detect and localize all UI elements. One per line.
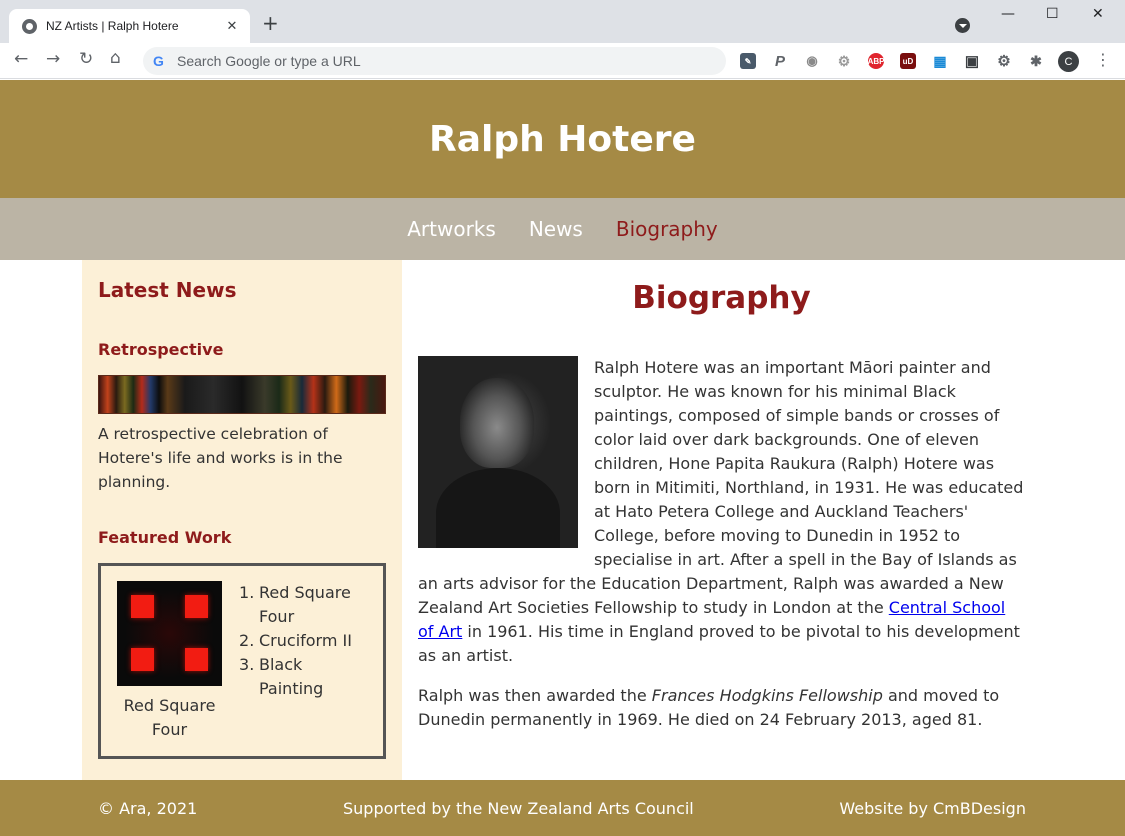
latest-news-heading: Latest News (98, 278, 237, 302)
nav-biography[interactable]: Biography (616, 217, 718, 241)
windows-extension-icon[interactable]: ▦ (932, 53, 948, 69)
camera-extension-icon[interactable]: ◉ (804, 53, 820, 69)
maximize-icon[interactable]: ☐ (1046, 6, 1059, 22)
address-bar[interactable]: G (143, 47, 726, 75)
browser-toolbar: ← → ↻ ⌂ G ✎ P ◉ ⚙ ABP uD ▦ ▣ ⚙ ✱ C ⋮ (0, 43, 1125, 79)
featured-work-box: Red Square Four Red Square Four Crucifor… (98, 563, 386, 759)
featured-work-heading: Featured Work (98, 528, 232, 547)
featured-figure: Red Square Four (117, 581, 222, 756)
news-text: A retrospective celebration of Hotere's … (98, 425, 343, 491)
tab-search-icon[interactable] (955, 18, 970, 33)
news-title: Retrospective (98, 340, 224, 359)
browser-titlebar: NZ Artists | Ralph Hotere ✕ + — ☐ ✕ (0, 0, 1125, 43)
minimize-icon[interactable]: — (1001, 6, 1015, 22)
ublock-icon[interactable]: uD (900, 53, 916, 69)
close-window-icon[interactable]: ✕ (1092, 6, 1104, 22)
page-title: Biography (632, 280, 811, 316)
site-title: Ralph Hotere (429, 118, 696, 160)
red-square (185, 595, 208, 618)
site-nav: Artworks News Biography (0, 198, 1125, 260)
extensions-puzzle-icon[interactable]: ✱ (1028, 53, 1044, 69)
biography-text: Ralph Hotere was an important Māori pain… (418, 356, 1025, 732)
google-icon: G (153, 53, 164, 69)
list-item: Red Square Four (239, 581, 351, 626)
bio-text: Ralph was then awarded the (418, 686, 652, 705)
browser-tab[interactable]: NZ Artists | Ralph Hotere ✕ (9, 9, 250, 43)
featured-list: Red Square Four Cruciform II Black Paint… (239, 581, 366, 756)
globe-icon (22, 18, 37, 34)
list-item: Cruciform II (239, 629, 352, 653)
main-content: Biography Ralph Hotere was an important … (418, 260, 1025, 780)
tab-title: NZ Artists | Ralph Hotere (46, 19, 179, 33)
red-square (131, 595, 154, 618)
back-icon[interactable]: ← (14, 49, 28, 69)
fellowship-name: Frances Hodgkins Fellowship (651, 686, 883, 705)
bio-text: in 1961. His time in England proved to b… (418, 622, 1020, 665)
featured-caption: Red Square Four (123, 696, 216, 739)
new-tab-button[interactable]: + (262, 13, 279, 33)
reload-icon[interactable]: ↻ (79, 49, 93, 69)
adblock-icon[interactable]: ABP (868, 53, 884, 69)
profile-avatar[interactable]: C (1058, 51, 1079, 72)
ralph-hotere-portrait (418, 356, 578, 548)
list-item: Black Painting (239, 653, 324, 698)
address-input[interactable] (177, 53, 697, 69)
eyedropper-extension-icon[interactable]: ✎ (740, 53, 756, 69)
footer-copyright: © Ara, 2021 (98, 798, 198, 818)
site-footer: © Ara, 2021 Supported by the New Zealand… (0, 780, 1125, 836)
footer-credit: Website by CmBDesign (839, 798, 1026, 818)
tab-close-icon[interactable]: ✕ (224, 19, 240, 34)
site-header: Ralph Hotere (0, 80, 1125, 198)
settings-extension-icon[interactable]: ⚙ (996, 53, 1012, 70)
p-extension-icon[interactable]: P (772, 53, 788, 70)
forward-icon[interactable]: → (46, 49, 60, 69)
gear-extension-icon[interactable]: ⚙ (836, 53, 852, 69)
red-square (131, 648, 154, 671)
nav-news[interactable]: News (529, 217, 583, 241)
bio-paragraph-2: Ralph was then awarded the Frances Hodgk… (418, 684, 1025, 732)
sidebar: Latest News Retrospective A retrospectiv… (82, 260, 402, 780)
retrospective-banner-image (98, 375, 386, 414)
red-square (185, 648, 208, 671)
home-icon[interactable]: ⌂ (110, 48, 121, 68)
menu-icon[interactable]: ⋮ (1095, 50, 1111, 69)
screenshot-extension-icon[interactable]: ▣ (964, 53, 980, 70)
footer-supported: Supported by the New Zealand Arts Counci… (342, 798, 694, 818)
red-square-four-image (117, 581, 222, 686)
nav-artworks[interactable]: Artworks (407, 217, 496, 241)
